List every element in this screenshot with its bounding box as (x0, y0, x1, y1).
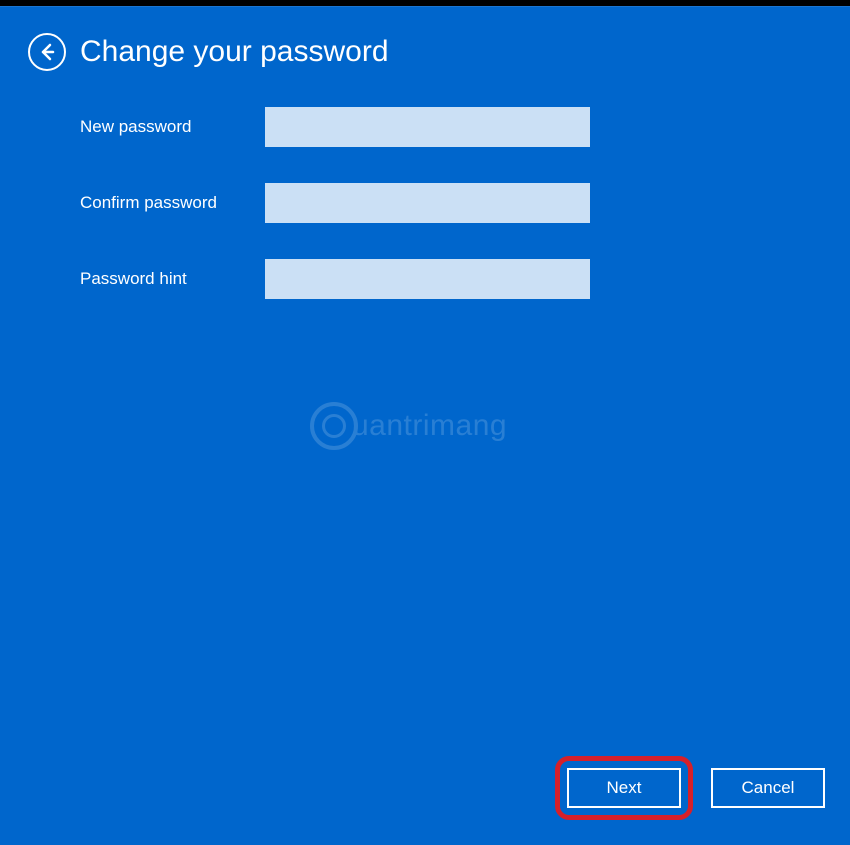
change-password-panel: Change your password New password Confir… (0, 6, 850, 845)
watermark: uantrimang (310, 402, 507, 450)
password-hint-row: Password hint (80, 259, 850, 299)
new-password-label: New password (80, 117, 265, 137)
new-password-row: New password (80, 107, 850, 147)
next-button[interactable]: Next (567, 768, 681, 808)
confirm-password-label: Confirm password (80, 193, 265, 213)
header: Change your password (0, 7, 850, 91)
password-hint-label: Password hint (80, 269, 265, 289)
next-button-highlight: Next (555, 756, 693, 820)
new-password-input[interactable] (265, 107, 590, 147)
watermark-bulb-icon (310, 402, 358, 450)
arrow-left-icon (37, 42, 57, 62)
confirm-password-row: Confirm password (80, 183, 850, 223)
back-button[interactable] (28, 33, 66, 71)
password-form: New password Confirm password Password h… (0, 91, 850, 299)
watermark-text: uantrimang (352, 409, 507, 443)
page-title: Change your password (80, 35, 389, 69)
cancel-button[interactable]: Cancel (711, 768, 825, 808)
footer-buttons: Next Cancel (555, 756, 825, 820)
confirm-password-input[interactable] (265, 183, 590, 223)
password-hint-input[interactable] (265, 259, 590, 299)
